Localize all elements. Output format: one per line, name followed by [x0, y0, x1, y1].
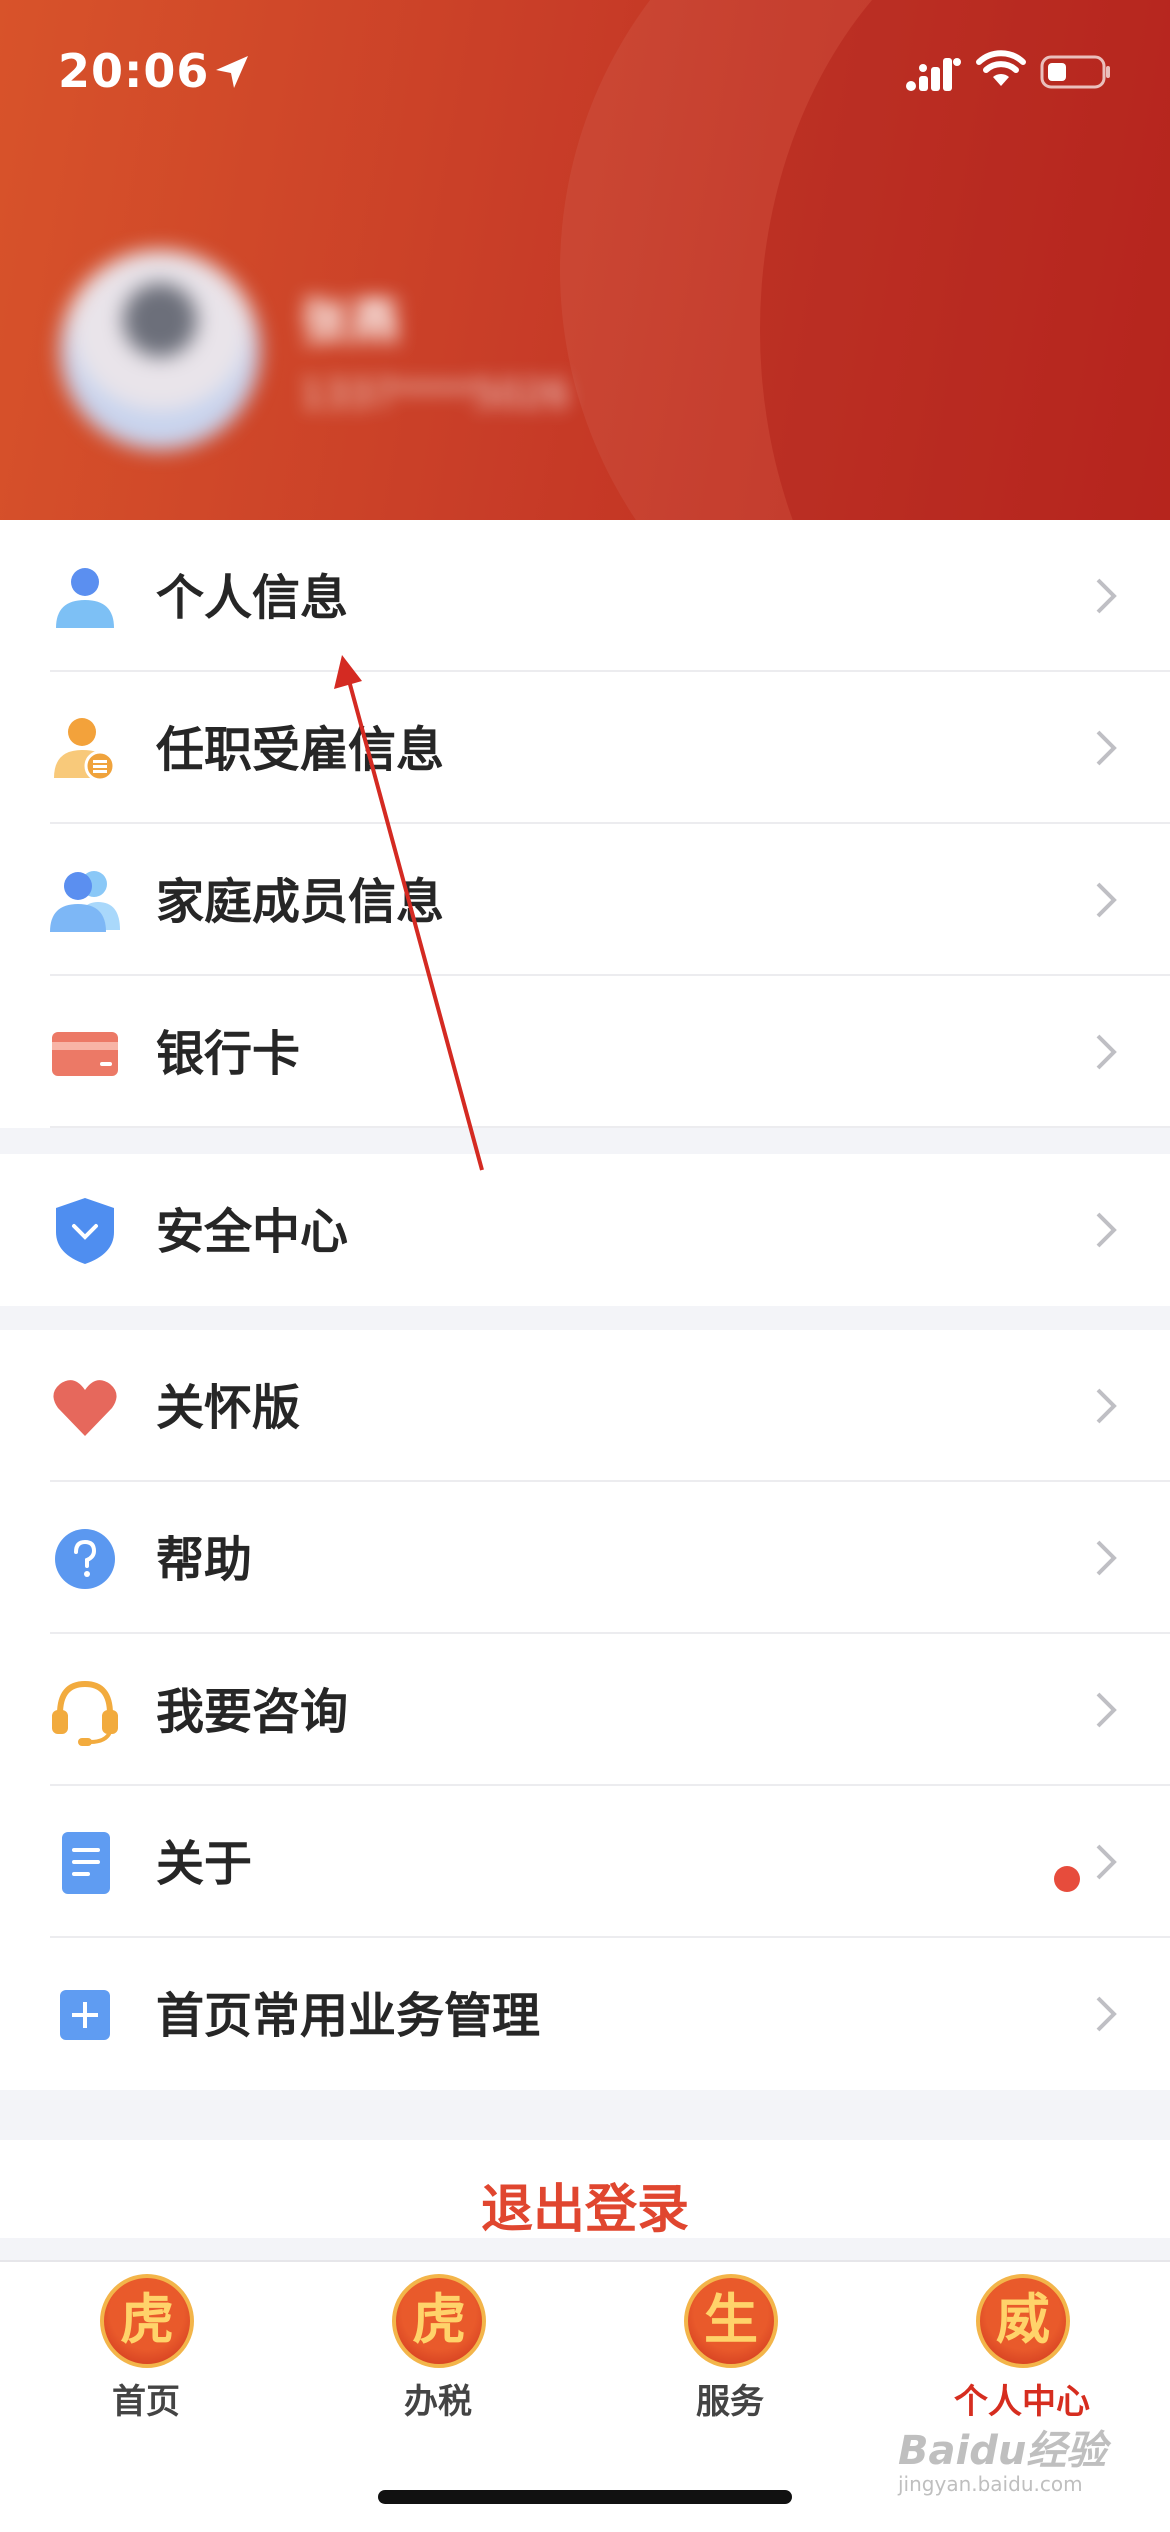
tiger-badge-icon: 虎: [392, 2274, 486, 2368]
battery-icon: [1040, 55, 1110, 89]
tab-label: 首页: [112, 2382, 180, 2422]
tiger-badge-icon: 虎: [100, 2274, 194, 2368]
heart-icon: [53, 1380, 117, 1436]
menu-item-care-version[interactable]: 关怀版: [0, 1330, 1170, 1482]
home-indicator[interactable]: [378, 2490, 792, 2504]
menu-item-label: 关于: [156, 1836, 253, 1892]
menu-item-label: 安全中心: [156, 1204, 349, 1260]
person-icon: [56, 568, 114, 628]
help-question-icon: [55, 1529, 115, 1589]
menu-item-security-center[interactable]: 安全中心: [0, 1154, 1170, 1306]
menu-item-consult[interactable]: 我要咨询: [0, 1634, 1170, 1786]
annotation-arrow: [334, 655, 484, 1171]
employee-badge-icon: [54, 718, 116, 782]
menu-item-label: 帮助: [156, 1532, 253, 1588]
logout-label: 退出登录: [480, 2180, 689, 2238]
cellular-signal-icon: [906, 58, 961, 91]
menu-item-bank-card[interactable]: 银行卡: [0, 976, 1170, 1128]
chevron-right-icon: [1096, 730, 1117, 766]
menu-item-label: 个人信息: [156, 570, 349, 626]
chevron-right-icon: [1096, 1034, 1117, 1070]
user-id: 1337****5026: [300, 372, 570, 416]
bank-card-icon: [52, 1032, 118, 1076]
tab-home[interactable]: 虎 首页: [0, 2262, 292, 2442]
headset-icon: [52, 1680, 118, 1746]
tab-label: 办税: [404, 2382, 472, 2422]
menu-group-personal: 个人信息 任职受雇信息 家庭成员信息 银行卡: [0, 520, 1170, 1128]
menu-item-label: 首页常用业务管理: [156, 1988, 541, 2044]
status-time: 20:06: [58, 44, 210, 98]
chevron-right-icon: [1096, 882, 1117, 918]
chevron-right-icon: [1096, 1212, 1117, 1248]
profile-header: 20:06 张燕 1337****5026: [0, 0, 1170, 520]
wifi-icon: [976, 50, 1026, 86]
menu-item-family-info[interactable]: 家庭成员信息: [0, 824, 1170, 976]
status-bar: 20:06: [0, 0, 1170, 150]
menu-item-label: 银行卡: [156, 1026, 301, 1082]
avatar[interactable]: [60, 250, 260, 450]
tab-tax[interactable]: 虎 办税: [292, 2262, 584, 2442]
menu-item-personal-info[interactable]: 个人信息: [0, 520, 1170, 672]
menu-item-employment-info[interactable]: 任职受雇信息: [0, 672, 1170, 824]
logout-button[interactable]: 退出登录: [0, 2140, 1170, 2238]
menu-item-about[interactable]: 关于: [0, 1786, 1170, 1938]
tab-service[interactable]: 生 服务: [584, 2262, 876, 2442]
chevron-right-icon: [1096, 1388, 1117, 1424]
tab-personal-center[interactable]: 威 个人中心: [876, 2262, 1168, 2442]
location-arrow-icon: [216, 56, 248, 88]
menu-group-general: 关怀版 帮助 我要咨询 关于 首页常用业务管理: [0, 1330, 1170, 2090]
chevron-right-icon: [1096, 1692, 1117, 1728]
chevron-right-icon: [1096, 1844, 1117, 1880]
sheng-badge-icon: 生: [684, 2274, 778, 2368]
menu-item-label: 关怀版: [156, 1380, 301, 1436]
user-name: 张燕: [300, 293, 400, 351]
wei-badge-icon: 威: [976, 2274, 1070, 2368]
menu-item-home-business-management[interactable]: 首页常用业务管理: [0, 1938, 1170, 2090]
menu-group-security: 安全中心: [0, 1154, 1170, 1306]
add-square-icon: [60, 1990, 110, 2040]
menu-item-help[interactable]: 帮助: [0, 1482, 1170, 1634]
chevron-right-icon: [1096, 578, 1117, 614]
menu-item-label: 我要咨询: [156, 1684, 349, 1740]
watermark-url: jingyan.baidu.com: [898, 2472, 1083, 2496]
document-icon: [62, 1832, 110, 1894]
tab-label: 个人中心: [954, 2382, 1090, 2422]
chevron-right-icon: [1096, 1540, 1117, 1576]
divider: [50, 1126, 1170, 1128]
family-members-icon: [50, 871, 120, 932]
watermark-logo: Baidu经验: [898, 2428, 1107, 2474]
chevron-right-icon: [1096, 1996, 1117, 2032]
tab-label: 服务: [696, 2382, 764, 2422]
new-update-dot: [1054, 1866, 1080, 1892]
shield-icon: [56, 1198, 114, 1264]
